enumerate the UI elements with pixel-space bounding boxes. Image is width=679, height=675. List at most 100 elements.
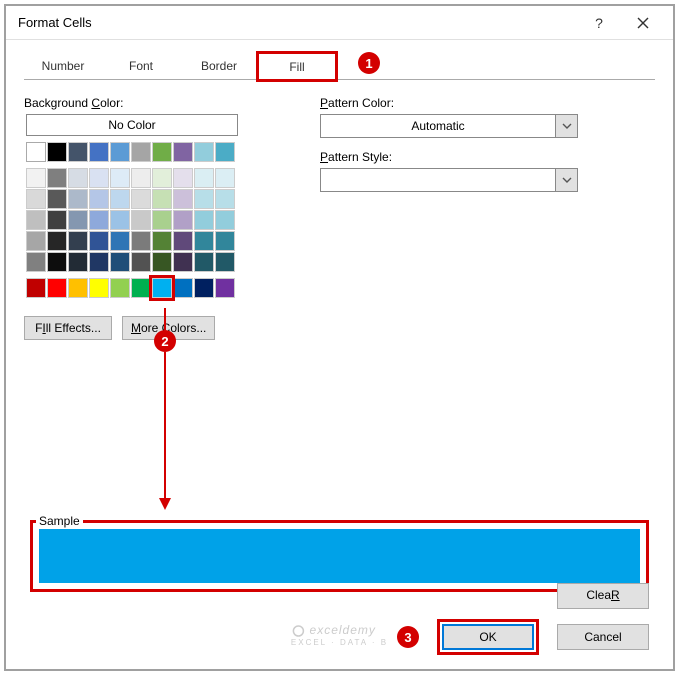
- color-swatch[interactable]: [68, 189, 88, 209]
- color-swatch[interactable]: [89, 189, 109, 209]
- color-swatch[interactable]: [194, 231, 214, 251]
- color-swatch[interactable]: [68, 168, 88, 188]
- color-swatch[interactable]: [152, 278, 172, 298]
- callout-1: 1: [358, 52, 380, 74]
- color-swatch[interactable]: [152, 231, 172, 251]
- color-swatch[interactable]: [173, 252, 193, 272]
- standard-colors-row: [26, 278, 284, 298]
- color-swatch[interactable]: [110, 210, 130, 230]
- color-swatch[interactable]: [68, 210, 88, 230]
- titlebar: Format Cells ?: [6, 6, 673, 40]
- color-swatch[interactable]: [47, 168, 67, 188]
- color-swatch[interactable]: [194, 252, 214, 272]
- dialog-window: Format Cells ? Number Font Border Fill 1…: [4, 4, 675, 671]
- color-swatch[interactable]: [131, 278, 151, 298]
- color-swatch[interactable]: [47, 278, 67, 298]
- theme-tints-grid: [26, 168, 284, 272]
- no-color-button[interactable]: No Color: [26, 114, 238, 136]
- color-swatch[interactable]: [89, 168, 109, 188]
- annotation-arrow-head: [159, 498, 171, 510]
- color-swatch[interactable]: [89, 278, 109, 298]
- chevron-down-icon: [555, 169, 577, 191]
- color-swatch[interactable]: [194, 189, 214, 209]
- pattern-group: Pattern Color: Automatic Pattern Style:: [320, 94, 655, 340]
- color-swatch[interactable]: [152, 252, 172, 272]
- color-swatch[interactable]: [47, 231, 67, 251]
- color-swatch[interactable]: [215, 142, 235, 162]
- color-swatch[interactable]: [26, 231, 46, 251]
- color-swatch[interactable]: [173, 210, 193, 230]
- color-swatch[interactable]: [152, 189, 172, 209]
- color-swatch[interactable]: [215, 231, 235, 251]
- color-swatch[interactable]: [215, 210, 235, 230]
- dialog-title: Format Cells: [14, 15, 577, 30]
- color-swatch[interactable]: [194, 142, 214, 162]
- ok-button[interactable]: OK: [442, 624, 534, 650]
- color-swatch[interactable]: [131, 142, 151, 162]
- color-swatch[interactable]: [110, 142, 130, 162]
- pattern-color-label: Pattern Color:: [320, 96, 655, 110]
- theme-colors-row: [26, 142, 284, 162]
- color-swatch[interactable]: [47, 210, 67, 230]
- color-swatch[interactable]: [68, 278, 88, 298]
- color-swatch[interactable]: [131, 231, 151, 251]
- color-swatch[interactable]: [131, 252, 151, 272]
- ok-highlight: OK: [437, 619, 539, 655]
- tab-border[interactable]: Border: [180, 52, 258, 79]
- chevron-down-icon: [555, 115, 577, 137]
- tab-number[interactable]: Number: [24, 52, 102, 79]
- fill-effects-button[interactable]: FIll Effects...: [24, 316, 112, 340]
- color-swatch[interactable]: [152, 142, 172, 162]
- color-swatch[interactable]: [110, 168, 130, 188]
- pattern-color-select[interactable]: Automatic: [320, 114, 578, 138]
- color-swatch[interactable]: [215, 278, 235, 298]
- color-swatch[interactable]: [173, 278, 193, 298]
- tab-font[interactable]: Font: [102, 52, 180, 79]
- color-swatch[interactable]: [68, 142, 88, 162]
- color-swatch[interactable]: [26, 278, 46, 298]
- color-swatch[interactable]: [173, 189, 193, 209]
- color-swatch[interactable]: [131, 210, 151, 230]
- color-swatch[interactable]: [131, 168, 151, 188]
- close-icon: [637, 17, 649, 29]
- color-swatch[interactable]: [26, 168, 46, 188]
- color-swatch[interactable]: [152, 168, 172, 188]
- color-swatch[interactable]: [173, 142, 193, 162]
- color-swatch[interactable]: [89, 252, 109, 272]
- color-swatch[interactable]: [110, 231, 130, 251]
- color-swatch[interactable]: [47, 189, 67, 209]
- color-swatch[interactable]: [110, 278, 130, 298]
- color-swatch[interactable]: [89, 142, 109, 162]
- cancel-button[interactable]: Cancel: [557, 624, 649, 650]
- color-swatch[interactable]: [26, 142, 46, 162]
- color-swatch[interactable]: [215, 252, 235, 272]
- color-swatch[interactable]: [89, 210, 109, 230]
- color-swatch[interactable]: [173, 168, 193, 188]
- help-button[interactable]: ?: [577, 9, 621, 37]
- color-swatch[interactable]: [131, 189, 151, 209]
- color-swatch[interactable]: [47, 142, 67, 162]
- color-swatch[interactable]: [194, 210, 214, 230]
- color-swatch[interactable]: [110, 252, 130, 272]
- color-swatch[interactable]: [47, 252, 67, 272]
- background-color-label: Background Color:: [24, 96, 284, 110]
- sample-box: [30, 520, 649, 592]
- color-swatch[interactable]: [26, 252, 46, 272]
- color-swatch[interactable]: [68, 252, 88, 272]
- color-swatch[interactable]: [215, 189, 235, 209]
- color-swatch[interactable]: [152, 210, 172, 230]
- color-swatch[interactable]: [110, 189, 130, 209]
- tab-strip: Number Font Border Fill 1: [24, 52, 655, 80]
- close-button[interactable]: [621, 9, 665, 37]
- pattern-style-select[interactable]: [320, 168, 578, 192]
- clear-button[interactable]: CleaR: [557, 583, 649, 609]
- color-swatch[interactable]: [26, 210, 46, 230]
- color-swatch[interactable]: [215, 168, 235, 188]
- color-swatch[interactable]: [194, 278, 214, 298]
- tab-fill[interactable]: Fill: [258, 53, 336, 80]
- color-swatch[interactable]: [89, 231, 109, 251]
- color-swatch[interactable]: [68, 231, 88, 251]
- color-swatch[interactable]: [26, 189, 46, 209]
- color-swatch[interactable]: [194, 168, 214, 188]
- color-swatch[interactable]: [173, 231, 193, 251]
